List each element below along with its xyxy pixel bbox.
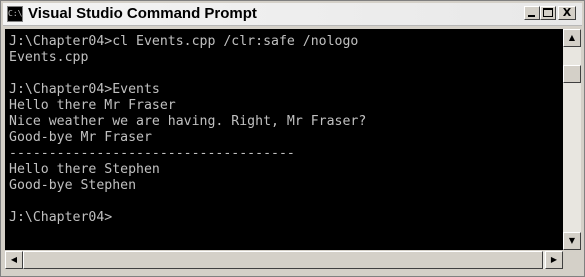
console-line: J:\Chapter04>cl Events.cpp /clr:safe /no… [9,34,359,49]
scroll-right-button[interactable]: ▶ [545,251,563,269]
horizontal-scrollbar[interactable]: ◀ ▶ [5,251,563,269]
maximize-button[interactable] [540,6,556,20]
scroll-down-button[interactable]: ▼ [563,232,581,250]
console-app-icon[interactable]: C:\ [7,6,23,22]
console-output[interactable]: J:\Chapter04>cl Events.cpp /clr:safe /no… [5,29,563,250]
minimize-icon [528,15,535,17]
vertical-scrollbar[interactable]: ▲ ▼ [563,29,581,250]
console-line: Nice weather we are having. Right, Mr Fr… [9,114,367,129]
console-line: Good-bye Stephen [9,178,137,193]
scrollbar-corner [563,251,581,269]
minimize-button[interactable] [524,6,540,20]
console-line: ------------------------------------ [9,146,295,161]
console-line: Hello there Stephen [9,162,160,177]
console-window: C:\ Visual Studio Command Prompt X J:\Ch… [0,0,585,277]
console-line: Hello there Mr Fraser [9,98,176,113]
console-line: Good-bye Mr Fraser [9,130,152,145]
horizontal-scroll-thumb[interactable] [23,251,543,269]
console-text: J:\Chapter04>cl Events.cpp /clr:safe /no… [5,29,563,226]
console-line: J:\Chapter04>Events [9,82,160,97]
vertical-scroll-thumb[interactable] [563,65,581,83]
maximize-icon [543,8,553,17]
close-button[interactable]: X [558,6,576,20]
scroll-up-button[interactable]: ▲ [563,29,581,47]
console-line: Events.cpp [9,50,89,65]
scroll-left-button[interactable]: ◀ [5,251,23,269]
console-line: J:\Chapter04> [9,210,113,225]
window-title: Visual Studio Command Prompt [28,5,257,22]
title-bar[interactable]: C:\ Visual Studio Command Prompt X [3,3,582,26]
